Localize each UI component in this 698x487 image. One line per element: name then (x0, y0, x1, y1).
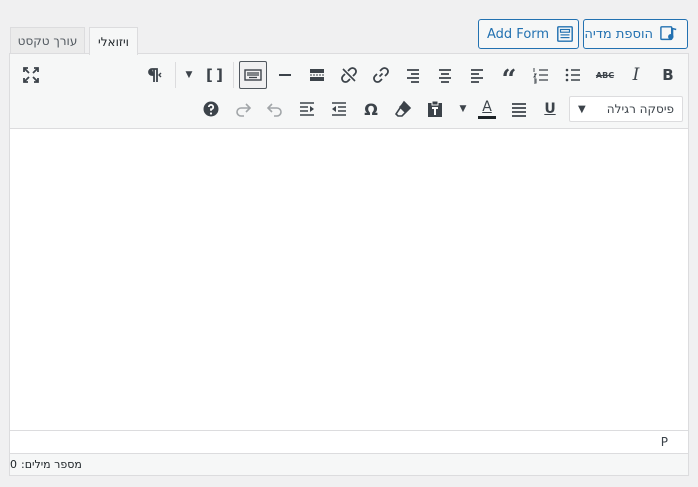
format-select-value: פיסקה רגילה (606, 102, 674, 116)
add-form-button[interactable]: Add Form (478, 19, 579, 49)
word-count-label: מספר מילים: (21, 458, 82, 471)
link-icon (373, 67, 389, 83)
tab-visual-label: ויזואלי (98, 34, 129, 49)
undo-button[interactable] (262, 96, 288, 122)
indent-button[interactable] (294, 96, 320, 122)
paste-text-button[interactable] (422, 96, 448, 122)
align-left-button[interactable] (464, 62, 490, 88)
outdent-icon (332, 102, 346, 116)
word-count-value: 0 (10, 458, 17, 471)
bold-icon: B (662, 66, 674, 84)
align-right-button[interactable] (400, 62, 426, 88)
unlink-icon (341, 67, 357, 83)
align-center-button[interactable] (432, 62, 458, 88)
rtl-paragraph-icon (148, 68, 162, 82)
add-form-label: Add Form (487, 26, 550, 42)
horizontal-line-icon (279, 74, 291, 76)
help-icon (203, 101, 219, 117)
redo-icon (236, 103, 252, 117)
bullet-list-icon (565, 68, 580, 82)
outdent-button[interactable] (326, 96, 352, 122)
chevron-down-icon: ▼ (578, 103, 586, 115)
fullscreen-button[interactable] (18, 62, 44, 88)
toolbar-separator (175, 62, 176, 88)
editor-content-area[interactable] (10, 130, 688, 430)
justify-button[interactable] (506, 96, 532, 122)
element-path-bar: P (10, 430, 688, 453)
fullscreen-icon (23, 67, 39, 83)
strikethrough-icon: ABC (595, 70, 615, 80)
element-path-p[interactable]: P (661, 435, 668, 449)
media-icon (660, 26, 677, 41)
indent-icon (300, 102, 314, 116)
justify-icon (512, 103, 526, 117)
help-button[interactable] (198, 96, 224, 122)
text-color-dropdown[interactable]: ▼ (454, 96, 472, 122)
blockquote-button[interactable]: “ (496, 62, 522, 95)
redo-button[interactable] (230, 96, 256, 122)
underline-button[interactable]: U (537, 96, 563, 122)
caret-down-icon: ▼ (459, 104, 467, 114)
read-more-button[interactable] (304, 62, 330, 88)
shortcode-dropdown[interactable]: ▼ (179, 62, 199, 88)
numbered-list-icon (533, 68, 548, 84)
align-right-icon (407, 69, 419, 83)
editor-toolbar: B I ABC “ [] ▼ פיסקה רגילה ▼ U A ▼ Ω (10, 54, 688, 129)
strikethrough-button[interactable]: ABC (592, 62, 618, 88)
tab-text-label: עורך טקסט (17, 34, 78, 48)
blockquote-icon: “ (501, 65, 517, 95)
align-left-icon (471, 69, 483, 83)
link-button[interactable] (368, 62, 394, 88)
unlink-button[interactable] (336, 62, 362, 88)
bullet-list-button[interactable] (560, 62, 586, 88)
editor-container: B I ABC “ [] ▼ פיסקה רגילה ▼ U A ▼ Ω P … (9, 53, 689, 476)
italic-button[interactable]: I (623, 62, 649, 88)
undo-icon (266, 103, 282, 117)
eraser-icon (394, 100, 412, 117)
shortcode-button[interactable]: [ ] (201, 62, 227, 88)
paste-text-icon (428, 100, 442, 117)
form-icon (557, 26, 573, 42)
horizontal-line-button[interactable] (272, 62, 298, 88)
add-media-label: הוספת מדיה (584, 26, 653, 42)
shortcode-icon: [ ] (206, 66, 223, 84)
numbered-list-button[interactable] (528, 62, 554, 88)
toolbar-separator (233, 62, 234, 88)
toolbar-toggle-button[interactable] (239, 61, 267, 89)
align-center-icon (439, 69, 451, 83)
read-more-icon (310, 69, 324, 81)
omega-icon: Ω (364, 99, 378, 119)
italic-icon: I (632, 65, 640, 85)
toolbar-toggle-icon (244, 69, 262, 81)
caret-down-icon: ▼ (185, 70, 193, 80)
add-media-button[interactable]: הוספת מדיה (583, 19, 688, 49)
text-color-icon: A (482, 98, 492, 115)
format-select[interactable]: פיסקה רגילה ▼ (569, 96, 683, 122)
clear-formatting-button[interactable] (390, 96, 416, 122)
bold-button[interactable]: B (655, 62, 681, 88)
text-color-button[interactable]: A (474, 96, 500, 122)
text-color-swatch (478, 115, 496, 119)
underline-icon: U (544, 101, 556, 117)
word-count-bar: מספר מילים: 0 (10, 453, 688, 475)
tab-text[interactable]: עורך טקסט (10, 27, 85, 54)
tab-visual[interactable]: ויזואלי (89, 27, 138, 55)
special-character-button[interactable]: Ω (358, 96, 384, 122)
rtl-paragraph-button[interactable] (140, 62, 166, 88)
